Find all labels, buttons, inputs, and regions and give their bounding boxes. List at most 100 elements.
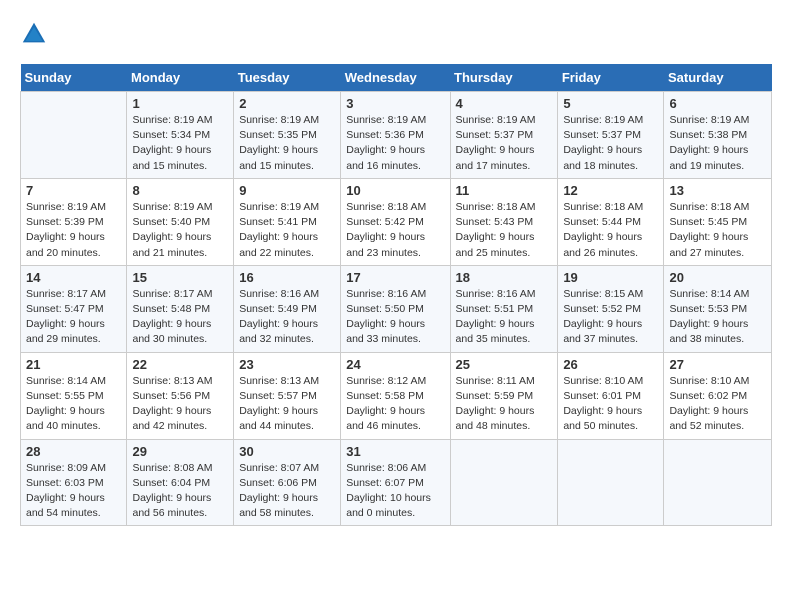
day-info: Sunrise: 8:18 AM Sunset: 5:44 PM Dayligh… (563, 200, 658, 261)
calendar-cell: 12 Sunrise: 8:18 AM Sunset: 5:44 PM Dayli… (558, 178, 664, 265)
day-info: Sunrise: 8:10 AM Sunset: 6:02 PM Dayligh… (669, 374, 766, 435)
day-number: 29 (132, 444, 228, 459)
header-day-tuesday: Tuesday (234, 64, 341, 92)
day-number: 25 (456, 357, 553, 372)
day-info: Sunrise: 8:06 AM Sunset: 6:07 PM Dayligh… (346, 461, 444, 522)
header-day-wednesday: Wednesday (341, 64, 450, 92)
day-info: Sunrise: 8:19 AM Sunset: 5:38 PM Dayligh… (669, 113, 766, 174)
day-info: Sunrise: 8:16 AM Sunset: 5:50 PM Dayligh… (346, 287, 444, 348)
calendar-cell: 18 Sunrise: 8:16 AM Sunset: 5:51 PM Dayli… (450, 265, 558, 352)
header-day-saturday: Saturday (664, 64, 772, 92)
day-number: 12 (563, 183, 658, 198)
day-number: 7 (26, 183, 121, 198)
day-number: 22 (132, 357, 228, 372)
day-number: 30 (239, 444, 335, 459)
week-row-3: 14 Sunrise: 8:17 AM Sunset: 5:47 PM Dayli… (21, 265, 772, 352)
day-info: Sunrise: 8:15 AM Sunset: 5:52 PM Dayligh… (563, 287, 658, 348)
day-info: Sunrise: 8:19 AM Sunset: 5:34 PM Dayligh… (132, 113, 228, 174)
calendar-cell (450, 439, 558, 526)
calendar-cell: 17 Sunrise: 8:16 AM Sunset: 5:50 PM Dayli… (341, 265, 450, 352)
calendar-cell: 5Sunrise: 8:19 AM Sunset: 5:37 PM Daylig… (558, 92, 664, 179)
day-info: Sunrise: 8:12 AM Sunset: 5:58 PM Dayligh… (346, 374, 444, 435)
day-info: Sunrise: 8:18 AM Sunset: 5:43 PM Dayligh… (456, 200, 553, 261)
calendar-cell: 14 Sunrise: 8:17 AM Sunset: 5:47 PM Dayli… (21, 265, 127, 352)
calendar-cell: 10 Sunrise: 8:18 AM Sunset: 5:42 PM Dayli… (341, 178, 450, 265)
week-row-2: 7 Sunrise: 8:19 AM Sunset: 5:39 PM Daylig… (21, 178, 772, 265)
day-info: Sunrise: 8:09 AM Sunset: 6:03 PM Dayligh… (26, 461, 121, 522)
day-info: Sunrise: 8:19 AM Sunset: 5:40 PM Dayligh… (132, 200, 228, 261)
header-day-monday: Monday (127, 64, 234, 92)
calendar-cell: 4 Sunrise: 8:19 AM Sunset: 5:37 PM Daylig… (450, 92, 558, 179)
calendar-cell: 11Sunrise: 8:18 AM Sunset: 5:43 PM Dayli… (450, 178, 558, 265)
calendar-cell (21, 92, 127, 179)
day-number: 1 (132, 96, 228, 111)
day-info: Sunrise: 8:14 AM Sunset: 5:55 PM Dayligh… (26, 374, 121, 435)
week-row-5: 28 Sunrise: 8:09 AM Sunset: 6:03 PM Dayli… (21, 439, 772, 526)
day-number: 8 (132, 183, 228, 198)
day-info: Sunrise: 8:19 AM Sunset: 5:35 PM Dayligh… (239, 113, 335, 174)
calendar-cell: 25 Sunrise: 8:11 AM Sunset: 5:59 PM Dayli… (450, 352, 558, 439)
day-info: Sunrise: 8:08 AM Sunset: 6:04 PM Dayligh… (132, 461, 228, 522)
day-info: Sunrise: 8:07 AM Sunset: 6:06 PM Dayligh… (239, 461, 335, 522)
calendar-cell (558, 439, 664, 526)
calendar-cell: 30 Sunrise: 8:07 AM Sunset: 6:06 PM Dayli… (234, 439, 341, 526)
calendar-cell: 8 Sunrise: 8:19 AM Sunset: 5:40 PM Daylig… (127, 178, 234, 265)
calendar-cell: 7 Sunrise: 8:19 AM Sunset: 5:39 PM Daylig… (21, 178, 127, 265)
calendar-cell: 27 Sunrise: 8:10 AM Sunset: 6:02 PM Dayli… (664, 352, 772, 439)
day-number: 28 (26, 444, 121, 459)
calendar-cell: 31 Sunrise: 8:06 AM Sunset: 6:07 PM Dayli… (341, 439, 450, 526)
day-number: 5 (563, 96, 658, 111)
calendar-cell: 26Sunrise: 8:10 AM Sunset: 6:01 PM Dayli… (558, 352, 664, 439)
day-number: 21 (26, 357, 121, 372)
day-number: 20 (669, 270, 766, 285)
day-number: 24 (346, 357, 444, 372)
day-number: 18 (456, 270, 553, 285)
day-info: Sunrise: 8:16 AM Sunset: 5:51 PM Dayligh… (456, 287, 553, 348)
day-number: 15 (132, 270, 228, 285)
day-number: 14 (26, 270, 121, 285)
day-info: Sunrise: 8:19 AM Sunset: 5:39 PM Dayligh… (26, 200, 121, 261)
calendar-cell: 24 Sunrise: 8:12 AM Sunset: 5:58 PM Dayli… (341, 352, 450, 439)
calendar-cell: 2 Sunrise: 8:19 AM Sunset: 5:35 PM Daylig… (234, 92, 341, 179)
day-info: Sunrise: 8:13 AM Sunset: 5:57 PM Dayligh… (239, 374, 335, 435)
header-day-thursday: Thursday (450, 64, 558, 92)
day-number: 23 (239, 357, 335, 372)
header-day-sunday: Sunday (21, 64, 127, 92)
day-info: Sunrise: 8:19 AM Sunset: 5:37 PM Dayligh… (456, 113, 553, 174)
day-number: 27 (669, 357, 766, 372)
day-number: 17 (346, 270, 444, 285)
day-info: Sunrise: 8:19 AM Sunset: 5:36 PM Dayligh… (346, 113, 444, 174)
calendar-cell: 13Sunrise: 8:18 AM Sunset: 5:45 PM Dayli… (664, 178, 772, 265)
calendar-cell: 9Sunrise: 8:19 AM Sunset: 5:41 PM Daylig… (234, 178, 341, 265)
calendar-cell: 1 Sunrise: 8:19 AM Sunset: 5:34 PM Daylig… (127, 92, 234, 179)
calendar-cell: 23 Sunrise: 8:13 AM Sunset: 5:57 PM Dayli… (234, 352, 341, 439)
calendar-cell: 19Sunrise: 8:15 AM Sunset: 5:52 PM Dayli… (558, 265, 664, 352)
day-number: 26 (563, 357, 658, 372)
calendar-cell: 15 Sunrise: 8:17 AM Sunset: 5:48 PM Dayli… (127, 265, 234, 352)
day-info: Sunrise: 8:13 AM Sunset: 5:56 PM Dayligh… (132, 374, 228, 435)
logo (20, 20, 52, 48)
day-number: 16 (239, 270, 335, 285)
calendar-cell: 6 Sunrise: 8:19 AM Sunset: 5:38 PM Daylig… (664, 92, 772, 179)
day-number: 10 (346, 183, 444, 198)
week-row-1: 1 Sunrise: 8:19 AM Sunset: 5:34 PM Daylig… (21, 92, 772, 179)
calendar-cell: 3Sunrise: 8:19 AM Sunset: 5:36 PM Daylig… (341, 92, 450, 179)
day-info: Sunrise: 8:11 AM Sunset: 5:59 PM Dayligh… (456, 374, 553, 435)
day-info: Sunrise: 8:14 AM Sunset: 5:53 PM Dayligh… (669, 287, 766, 348)
day-info: Sunrise: 8:17 AM Sunset: 5:48 PM Dayligh… (132, 287, 228, 348)
header-day-friday: Friday (558, 64, 664, 92)
calendar-cell: 22 Sunrise: 8:13 AM Sunset: 5:56 PM Dayli… (127, 352, 234, 439)
day-number: 9 (239, 183, 335, 198)
day-number: 2 (239, 96, 335, 111)
day-info: Sunrise: 8:16 AM Sunset: 5:49 PM Dayligh… (239, 287, 335, 348)
day-number: 6 (669, 96, 766, 111)
day-number: 31 (346, 444, 444, 459)
calendar-table: SundayMondayTuesdayWednesdayThursdayFrid… (20, 64, 772, 526)
calendar-cell: 29 Sunrise: 8:08 AM Sunset: 6:04 PM Dayli… (127, 439, 234, 526)
day-number: 4 (456, 96, 553, 111)
calendar-cell (664, 439, 772, 526)
calendar-cell: 20 Sunrise: 8:14 AM Sunset: 5:53 PM Dayli… (664, 265, 772, 352)
day-number: 13 (669, 183, 766, 198)
day-info: Sunrise: 8:17 AM Sunset: 5:47 PM Dayligh… (26, 287, 121, 348)
day-info: Sunrise: 8:18 AM Sunset: 5:42 PM Dayligh… (346, 200, 444, 261)
